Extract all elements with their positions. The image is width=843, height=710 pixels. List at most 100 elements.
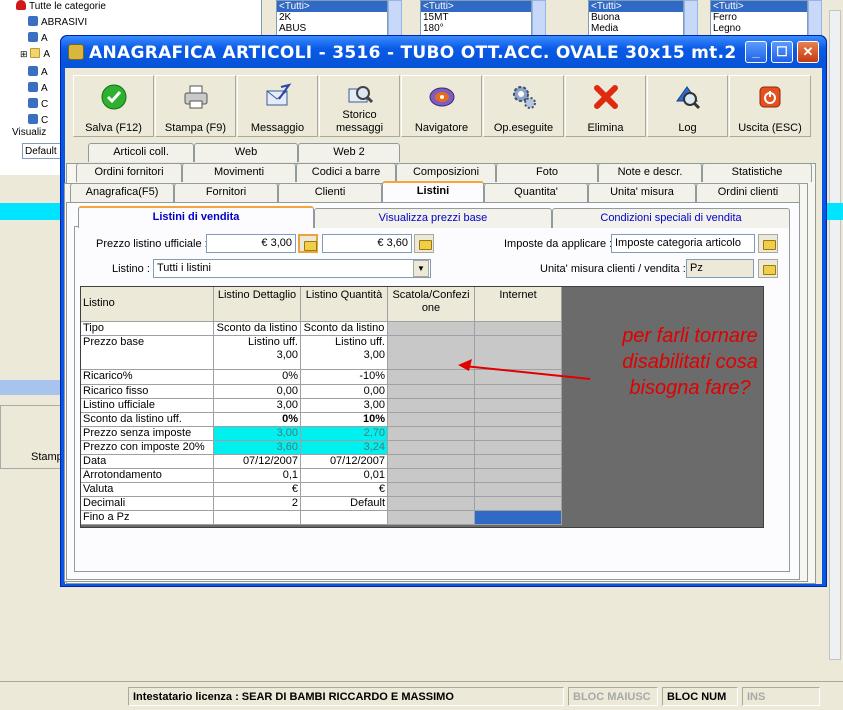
maximize-button[interactable]: ☐ <box>771 41 793 63</box>
tab-ordini-fornitori[interactable]: Ordini fornitori <box>76 163 182 182</box>
grid-cell-dettaglio[interactable]: 0,00 <box>214 385 301 399</box>
list-scrollbar[interactable] <box>808 0 822 36</box>
tab-composizioni[interactable]: Composizioni <box>396 163 496 182</box>
grid-cell-quantita[interactable]: 3,00 <box>301 399 388 413</box>
selected-row-highlight[interactable] <box>0 203 62 220</box>
grid-cell-scatola-disabled[interactable] <box>388 322 475 336</box>
message-button[interactable]: Messaggio <box>237 75 318 137</box>
tab-foto[interactable]: Foto <box>496 163 598 182</box>
grid-cell-quantita[interactable]: € <box>301 483 388 497</box>
grid-cell-quantita[interactable]: 0,01 <box>301 469 388 483</box>
grid-cell-scatola-disabled[interactable] <box>388 511 475 525</box>
grid-cell-scatola-disabled[interactable] <box>388 441 475 455</box>
subtab-listini-vendita[interactable]: Listini di vendita <box>78 206 314 228</box>
imposte-folder-button[interactable] <box>758 234 778 253</box>
exit-button[interactable]: Uscita (ESC) <box>729 75 811 137</box>
log-button[interactable]: Log <box>647 75 728 137</box>
tab-clienti[interactable]: Clienti <box>278 183 382 202</box>
grid-cell-scatola-disabled[interactable] <box>388 427 475 441</box>
background-print-button[interactable]: Stamp <box>0 405 63 469</box>
grid-cell-dettaglio[interactable]: 2 <box>214 497 301 511</box>
grid-header-internet[interactable]: Internet <box>475 287 562 322</box>
grid-cell-scatola-disabled[interactable] <box>388 469 475 483</box>
unita-misura-folder-button[interactable] <box>758 259 778 278</box>
minimize-button[interactable]: _ <box>745 41 767 63</box>
tree-item[interactable]: A <box>28 32 48 45</box>
close-button[interactable]: ✕ <box>797 41 819 63</box>
prezzo-listino-input[interactable]: € 3,00 <box>206 234 296 253</box>
unita-misura-input[interactable]: Pz <box>686 259 754 278</box>
grid-cell-dettaglio[interactable]: 3,00 <box>214 399 301 413</box>
grid-cell-dettaglio[interactable]: 07/12/2007 <box>214 455 301 469</box>
tab-movimenti[interactable]: Movimenti <box>182 163 296 182</box>
list-scrollbar[interactable] <box>684 0 698 36</box>
imposte-input[interactable]: Imposte categoria articolo <box>611 234 755 253</box>
tree-item[interactable]: ABRASIVI <box>28 16 87 29</box>
tab-quantita[interactable]: Quantita' <box>484 183 588 202</box>
filter-list-4[interactable]: <Tutti> Ferro Legno <box>710 0 808 36</box>
operations-done-button[interactable]: Op.eseguite <box>483 75 564 137</box>
save-button[interactable]: Salva (F12) <box>73 75 154 137</box>
grid-row-label[interactable]: Ricarico% <box>81 370 214 385</box>
print-button[interactable]: Stampa (F9) <box>155 75 236 137</box>
grid-cell-internet-disabled[interactable] <box>475 399 562 413</box>
grid-cell-quantita[interactable]: 3,24 <box>301 441 388 455</box>
filter-list-2[interactable]: <Tutti> 15MT 180° <box>420 0 532 36</box>
tab-unita-misura[interactable]: Unita' misura <box>588 183 696 202</box>
tab-fornitori[interactable]: Fornitori <box>174 183 278 202</box>
tab-ordini-clienti[interactable]: Ordini clienti <box>696 183 800 202</box>
grid-cell-internet-disabled[interactable] <box>475 441 562 455</box>
grid-row-label[interactable]: Arrotondamento <box>81 469 214 483</box>
grid-cell-internet-disabled[interactable] <box>475 385 562 399</box>
grid-cell-quantita[interactable]: Default <box>301 497 388 511</box>
background-scrollbar[interactable] <box>829 10 841 660</box>
grid-cell-internet-disabled[interactable] <box>475 413 562 427</box>
grid-cell-scatola-disabled[interactable] <box>388 385 475 399</box>
grid-row-label[interactable]: Tipo <box>81 322 214 336</box>
grid-row-label[interactable]: Fino a Pz <box>81 511 214 525</box>
prezzo-ivato-folder-button[interactable] <box>414 234 434 253</box>
grid-cell-quantita[interactable] <box>301 511 388 525</box>
grid-cell-dettaglio[interactable]: € <box>214 483 301 497</box>
delete-button[interactable]: Elimina <box>565 75 646 137</box>
grid-row-label[interactable]: Valuta <box>81 483 214 497</box>
grid-cell-quantita[interactable]: 10% <box>301 413 388 427</box>
prezzo-folder-button[interactable] <box>298 234 318 253</box>
list-scrollbar[interactable] <box>532 0 546 36</box>
grid-cell-scatola-disabled[interactable] <box>388 413 475 427</box>
grid-cell-internet-disabled[interactable] <box>475 427 562 441</box>
grid-cell-internet-disabled[interactable] <box>475 322 562 336</box>
grid-cell-scatola-disabled[interactable] <box>388 399 475 413</box>
tree-item[interactable]: ⊞ A <box>20 48 50 61</box>
tab-web-2[interactable]: Web 2 <box>298 143 400 162</box>
subtab-condizioni-speciali[interactable]: Condizioni speciali di vendita <box>552 208 790 228</box>
grid-cell-dettaglio[interactable]: 0,1 <box>214 469 301 483</box>
grid-cell-internet-disabled[interactable] <box>475 511 562 525</box>
grid-row-label[interactable]: Data <box>81 455 214 469</box>
grid-cell-quantita[interactable]: 2,70 <box>301 427 388 441</box>
default-field[interactable]: Default <box>22 143 64 159</box>
grid-cell-quantita[interactable]: -10% <box>301 370 388 385</box>
grid-cell-dettaglio[interactable]: Listino uff. 3,00 <box>214 336 301 370</box>
tab-statistiche[interactable]: Statistiche <box>702 163 812 182</box>
subtab-visualizza-prezzi[interactable]: Visualizza prezzi base <box>314 208 552 228</box>
tab-note-descr[interactable]: Note e descr. <box>598 163 702 182</box>
grid-cell-dettaglio[interactable] <box>214 511 301 525</box>
tree-item-root[interactable]: Tutte le categorie <box>16 0 106 13</box>
expand-icon[interactable]: ⊞ <box>20 49 28 59</box>
listino-select[interactable]: Tutti i listini <box>153 259 431 278</box>
grid-cell-internet-disabled[interactable] <box>475 469 562 483</box>
grid-cell-dettaglio[interactable]: 0% <box>214 413 301 427</box>
grid-cell-scatola-disabled[interactable] <box>388 497 475 511</box>
navigator-button[interactable]: Navigatore <box>401 75 482 137</box>
title-bar[interactable]: ANAGRAFICA ARTICOLI - 3516 - TUBO OTT.AC… <box>61 36 826 68</box>
grid-cell-scatola-disabled[interactable] <box>388 455 475 469</box>
filter-list-1[interactable]: <Tutti> 2K ABUS <box>276 0 388 36</box>
grid-cell-quantita[interactable]: 07/12/2007 <box>301 455 388 469</box>
grid-cell-dettaglio[interactable]: Sconto da listino <box>214 322 301 336</box>
grid-cell-scatola-disabled[interactable] <box>388 483 475 497</box>
tab-codici-a-barre[interactable]: Codici a barre <box>296 163 396 182</box>
grid-cell-internet-disabled[interactable] <box>475 483 562 497</box>
tree-item[interactable]: A <box>28 82 48 95</box>
grid-header-listino[interactable]: Listino <box>81 287 214 322</box>
